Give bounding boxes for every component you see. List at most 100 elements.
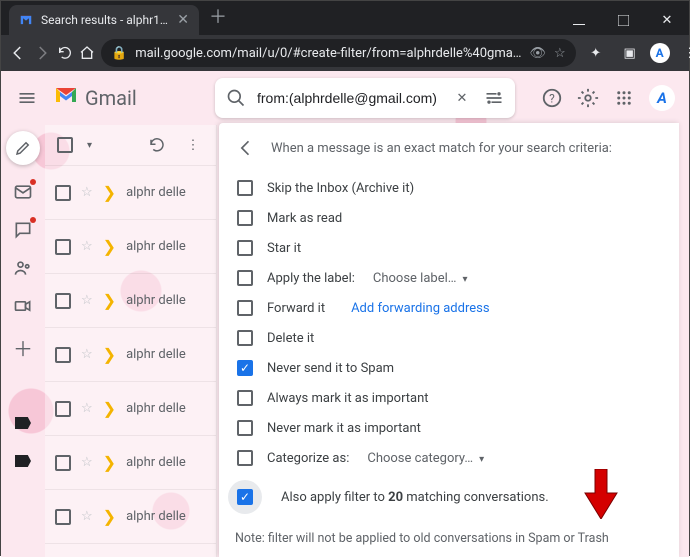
window-maximize-icon[interactable] — [601, 5, 645, 35]
filter-note: Note: filter will not be applied to old … — [235, 531, 663, 546]
row-checkbox[interactable] — [55, 293, 71, 309]
spaces-rail-icon[interactable] — [12, 257, 34, 279]
opt-mark-read: Mark as read — [267, 211, 342, 226]
gmail-m-icon — [53, 85, 79, 111]
add-forwarding-link[interactable]: Add forwarding address — [351, 301, 489, 316]
mail-rail-icon[interactable] — [12, 181, 34, 203]
checkbox-mark-read[interactable] — [237, 210, 253, 226]
checkbox-apply-label[interactable] — [237, 270, 253, 286]
compose-button[interactable] — [6, 131, 40, 165]
window-close-icon[interactable]: ✕ — [645, 5, 689, 35]
category-select[interactable]: Choose category…▾ — [367, 451, 484, 466]
importance-marker-icon[interactable]: ❯ — [103, 345, 116, 364]
checkbox-categorize[interactable] — [237, 450, 253, 466]
window-minimize-icon[interactable] — [557, 5, 601, 35]
support-icon[interactable]: ? — [541, 87, 563, 109]
row-star-icon[interactable]: ☆ — [81, 509, 93, 524]
create-filter-panel: When a message is an exact match for you… — [219, 123, 679, 557]
mail-row[interactable]: ☆❯alphr delle — [45, 327, 216, 381]
opt-apply-label: Apply the label: — [267, 271, 355, 286]
extension-square-icon[interactable]: ▣ — [616, 39, 644, 67]
mail-row[interactable]: ☆❯alphr delle — [45, 273, 216, 327]
extension-alphr-icon[interactable]: A — [650, 43, 670, 63]
importance-marker-icon[interactable]: ❯ — [103, 291, 116, 310]
eye-icon[interactable]: 👁 — [530, 46, 547, 61]
checkbox-forward[interactable] — [237, 300, 253, 316]
checkbox-always-important[interactable] — [237, 390, 253, 406]
gmail-logo[interactable]: Gmail — [53, 85, 137, 111]
row-checkbox[interactable] — [55, 347, 71, 363]
tab-close-icon[interactable]: ✕ — [177, 12, 189, 28]
checkbox-delete[interactable] — [237, 330, 253, 346]
row-checkbox[interactable] — [55, 401, 71, 417]
row-checkbox[interactable] — [55, 509, 71, 525]
checkbox-star[interactable] — [237, 240, 253, 256]
browser-tab[interactable]: Search results - alphr101@gmail… ✕ — [9, 5, 199, 35]
row-star-icon[interactable]: ☆ — [81, 293, 93, 308]
nav-reload-icon[interactable] — [57, 39, 73, 67]
mail-row[interactable]: ☆❯alphr delle — [45, 489, 216, 543]
account-avatar[interactable]: A — [649, 85, 675, 111]
opt-categorize: Categorize as: — [267, 451, 349, 466]
address-bar[interactable]: 🔒 mail.google.com/mail/u/0/#create-filte… — [101, 39, 576, 67]
nav-forward-icon — [33, 39, 51, 67]
mail-row[interactable]: ☆ ❯ alphr delle — [45, 165, 216, 219]
row-sender: alphr delle — [126, 401, 186, 416]
row-checkbox[interactable] — [55, 455, 71, 471]
row-sender: alphr delle — [126, 185, 186, 200]
label-select[interactable]: Choose label…▾ — [373, 271, 468, 286]
mail-row[interactable]: ☆❯alphr delle — [45, 219, 216, 273]
extensions-icon[interactable]: ✦ — [582, 39, 610, 67]
meet-rail-icon[interactable] — [12, 295, 34, 317]
settings-gear-icon[interactable] — [577, 87, 599, 109]
row-star-icon[interactable]: ☆ — [81, 401, 93, 416]
chat-rail-icon[interactable] — [12, 219, 34, 241]
opt-also-apply: Also apply filter to 20 matching convers… — [281, 490, 549, 505]
row-checkbox[interactable] — [55, 185, 71, 201]
search-input[interactable] — [257, 90, 441, 106]
row-star-icon[interactable]: ☆ — [81, 185, 93, 200]
star-icon[interactable]: ☆ — [554, 46, 566, 61]
row-star-icon[interactable]: ☆ — [81, 455, 93, 470]
mail-row[interactable]: ☆ ❯ alphr delle — [45, 381, 216, 435]
nav-back-icon[interactable] — [9, 39, 27, 67]
apps-grid-icon[interactable] — [613, 87, 635, 109]
importance-marker-icon[interactable]: ❯ — [103, 507, 116, 526]
checkbox-never-important[interactable] — [237, 420, 253, 436]
importance-marker-icon[interactable]: ❯ — [103, 399, 116, 418]
nav-home-icon[interactable] — [79, 39, 95, 67]
select-all-dropdown-icon[interactable]: ▾ — [87, 140, 92, 151]
row-star-icon[interactable]: ☆ — [81, 239, 93, 254]
label-tag-icon-2[interactable] — [12, 450, 34, 472]
gmail-header: Gmail ✕ ? A — [1, 71, 689, 125]
select-all-checkbox[interactable] — [57, 137, 73, 153]
row-checkbox[interactable] — [55, 239, 71, 255]
clear-search-icon[interactable]: ✕ — [451, 87, 473, 109]
browser-menu-icon[interactable]: ⋮ — [676, 39, 690, 67]
tab-title: Search results - alphr101@gmail… — [41, 13, 169, 27]
mail-row[interactable]: ☆❯alphr delle — [45, 543, 216, 557]
main-menu-icon[interactable] — [15, 86, 39, 110]
importance-marker-icon[interactable]: ❯ — [103, 183, 116, 202]
search-icon[interactable] — [225, 87, 247, 109]
gmail-app: Gmail ✕ ? A ＋ — [1, 71, 689, 557]
back-arrow-icon[interactable] — [235, 137, 257, 159]
mail-row[interactable]: ☆ ❯ alphr delle — [45, 435, 216, 489]
opt-forward: Forward it — [267, 301, 325, 316]
row-star-icon[interactable]: ☆ — [81, 347, 93, 362]
row-sender: alphr delle — [126, 455, 186, 470]
label-tag-icon[interactable] — [12, 412, 34, 434]
checkbox-also-apply[interactable] — [237, 489, 253, 505]
opt-never-important: Never mark it as important — [267, 421, 421, 436]
new-tab-button[interactable]: ＋ — [209, 3, 227, 29]
importance-marker-icon[interactable]: ❯ — [103, 453, 116, 472]
checkbox-never-spam[interactable] — [237, 360, 253, 376]
refresh-icon[interactable] — [146, 134, 168, 156]
checkbox-skip-inbox[interactable] — [237, 180, 253, 196]
search-options-icon[interactable] — [483, 87, 505, 109]
rail-add-icon[interactable]: ＋ — [13, 333, 33, 362]
importance-marker-icon[interactable]: ❯ — [103, 237, 116, 256]
more-icon[interactable]: ⋮ — [182, 134, 204, 156]
search-box[interactable]: ✕ — [215, 78, 515, 118]
url-text: mail.google.com/mail/u/0/#create-filter/… — [135, 46, 521, 61]
